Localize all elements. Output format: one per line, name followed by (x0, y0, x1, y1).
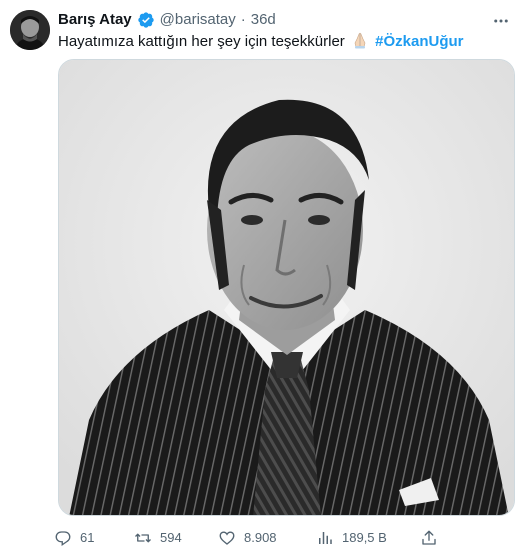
like-count: 8.908 (244, 530, 277, 545)
folded-hands-emoji-icon (351, 31, 369, 49)
more-icon (494, 19, 508, 23)
verified-badge-icon (137, 11, 155, 29)
separator-dot: · (240, 11, 246, 28)
reply-icon (55, 531, 71, 547)
share-icon (422, 530, 436, 545)
portrait-image (59, 60, 514, 515)
views-button[interactable]: 189,5 B (316, 527, 387, 549)
tweet-photo[interactable] (58, 59, 515, 516)
avatar-image (10, 10, 50, 50)
retweet-button[interactable]: 594 (134, 527, 182, 549)
hashtag-link[interactable]: #ÖzkanUğur (375, 33, 463, 50)
avatar[interactable] (10, 10, 50, 50)
tweet-text: Hayatımıza kattığın her şey için teşekkü… (58, 31, 518, 52)
author-name[interactable]: Barış Atay (58, 10, 132, 30)
like-button[interactable]: 8.908 (218, 527, 277, 549)
retweet-icon (135, 533, 151, 543)
author-handle[interactable]: @barisatay (160, 10, 236, 30)
reply-button[interactable]: 61 (54, 527, 94, 549)
tweet-actions: 61 594 8.908 189,5 B (54, 527, 438, 549)
retweet-count: 594 (160, 530, 182, 545)
tweet-header: Barış Atay @barisatay · 36d (58, 10, 276, 30)
heart-icon (219, 531, 235, 545)
tweet-timestamp[interactable]: 36d (251, 10, 276, 30)
tweet: Barış Atay @barisatay · 36d Hayatımıza k… (0, 0, 526, 558)
reply-count: 61 (80, 530, 95, 545)
view-count: 189,5 B (342, 530, 387, 545)
tweet-text-body: Hayatımıza kattığın her şey için teşekkü… (58, 33, 345, 50)
share-button[interactable] (420, 527, 438, 549)
views-icon (319, 532, 332, 544)
